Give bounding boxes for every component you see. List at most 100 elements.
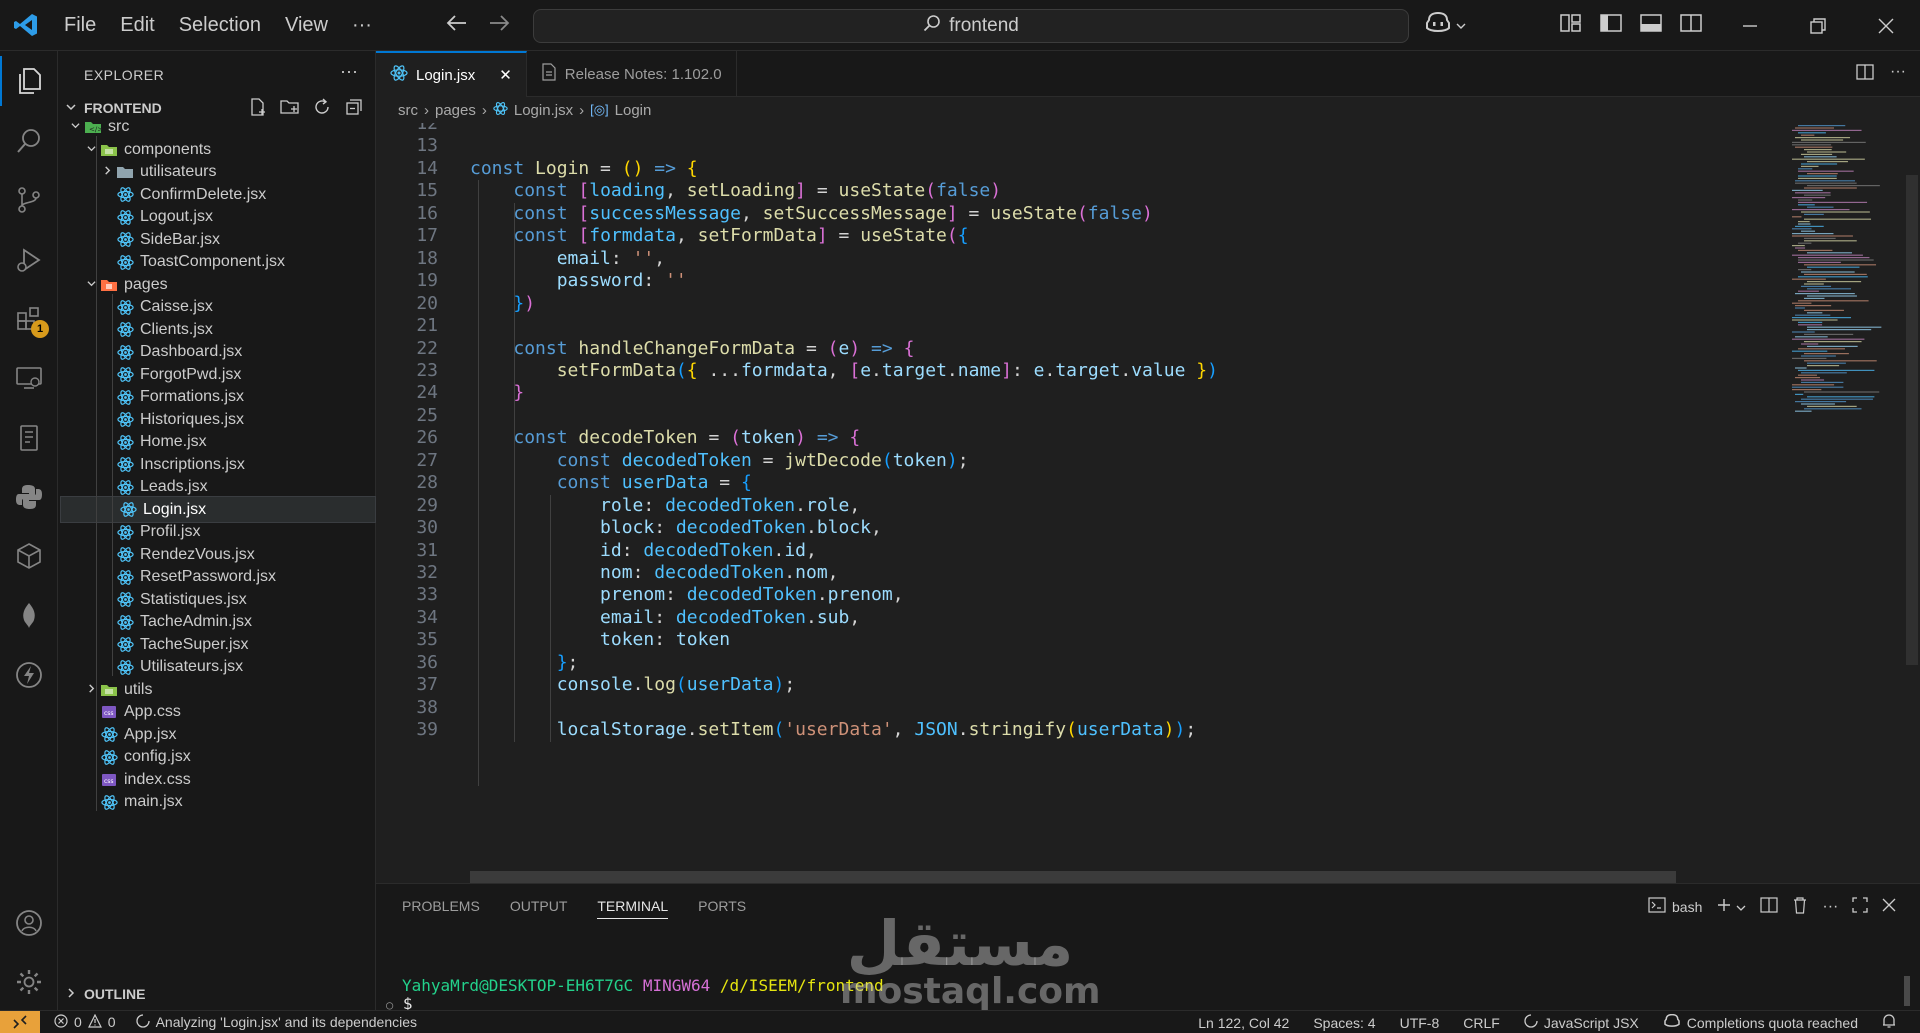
horizontal-scrollbar[interactable]: [470, 871, 1676, 883]
tree-item-label: ToastComponent.jsx: [140, 253, 285, 270]
chevron-down-icon[interactable]: [1736, 899, 1746, 915]
indent-guide: [96, 136, 97, 811]
minimize-icon[interactable]: [1716, 24, 1784, 28]
terminal-scrollbar[interactable]: [1904, 976, 1910, 1006]
cursor-position[interactable]: Ln 122, Col 42: [1198, 1015, 1289, 1031]
panel-more-icon[interactable]: ···: [1822, 898, 1838, 916]
copilot-button[interactable]: [1424, 0, 1466, 51]
minimap-line: [1792, 245, 1805, 247]
tree-item-label: TacheSuper.jsx: [140, 635, 249, 653]
split-editor-icon[interactable]: [1856, 63, 1874, 86]
tab-terminal[interactable]: TERMINAL: [597, 898, 669, 919]
tab-problems[interactable]: PROBLEMS: [402, 898, 480, 919]
loading-spinner-icon: [1524, 1014, 1538, 1031]
maximize-panel-icon[interactable]: [1852, 897, 1868, 916]
code-token: ,: [665, 180, 687, 202]
source-control-icon[interactable]: [0, 175, 58, 225]
menu-view[interactable]: View: [273, 0, 340, 51]
line-ending[interactable]: CRLF: [1463, 1015, 1500, 1031]
trash-icon[interactable]: [1792, 896, 1808, 917]
minimap[interactable]: [1790, 123, 1908, 423]
close-panel-icon[interactable]: [1882, 898, 1896, 915]
mongodb-icon[interactable]: [0, 591, 58, 641]
minimap-line: [1798, 221, 1810, 223]
run-debug-icon[interactable]: [0, 235, 58, 285]
search-sidebar-icon[interactable]: [0, 116, 58, 166]
remote-indicator[interactable]: [0, 1010, 40, 1033]
code-token: console: [556, 674, 633, 696]
encoding[interactable]: UTF-8: [1400, 1015, 1440, 1031]
customize-layout-icon[interactable]: [1560, 13, 1582, 38]
tab-output[interactable]: OUTPUT: [510, 898, 568, 919]
breadcrumb-pages[interactable]: pages: [435, 102, 476, 119]
breadcrumb-src[interactable]: src: [398, 102, 418, 119]
code-token: setLoading: [686, 180, 796, 202]
tree-item-label: Utilisateurs.jsx: [140, 658, 244, 675]
close-tab-icon[interactable]: ✕: [499, 66, 512, 84]
folder-icon: [114, 163, 136, 181]
code-token: userData: [1076, 719, 1164, 741]
breadcrumb-file[interactable]: Login.jsx: [514, 102, 573, 119]
vertical-scrollbar[interactable]: [1906, 175, 1918, 665]
error-count[interactable]: 0: [74, 1014, 82, 1030]
terminal-shell-name[interactable]: bash: [1672, 899, 1702, 915]
tree-file[interactable]: main.jsx: [58, 789, 376, 816]
line-number: 19: [416, 270, 438, 292]
minimap-line: [1792, 158, 1865, 160]
code-editor[interactable]: 12 13 14 const Login = () => {15 const [loa…: [376, 123, 1920, 883]
code-token: ]: [795, 180, 806, 202]
split-terminal-icon[interactable]: [1760, 897, 1778, 916]
menu-edit[interactable]: Edit: [108, 0, 166, 51]
new-terminal-icon[interactable]: [1716, 897, 1732, 916]
language-mode[interactable]: JavaScript JSX: [1524, 1014, 1639, 1031]
notifications-bell-icon[interactable]: [1882, 1013, 1896, 1032]
testing-icon[interactable]: [0, 413, 58, 463]
editor-more-icon[interactable]: ···: [1890, 63, 1906, 86]
toggle-primary-sidebar-icon[interactable]: [1600, 13, 1622, 38]
explorer-icon[interactable]: [0, 56, 58, 106]
extensions-icon[interactable]: 1: [0, 294, 58, 344]
code-line: 32 nom: decodedToken.nom,: [376, 562, 1776, 584]
code-token: ,: [675, 225, 698, 247]
minimap-line: [1807, 365, 1840, 367]
file-icon: [541, 63, 557, 85]
code-token: [: [849, 359, 861, 381]
copilot-status[interactable]: Completions quota reached: [1663, 1013, 1858, 1031]
minimap-line: [1807, 326, 1882, 328]
line-number: 36: [416, 651, 438, 673]
tab-release-notes[interactable]: Release Notes: 1.102.0: [527, 51, 737, 97]
minimap-line: [1795, 127, 1835, 129]
accounts-icon[interactable]: [0, 898, 58, 948]
restore-icon[interactable]: [1784, 17, 1852, 34]
manage-gear-icon[interactable]: [0, 957, 58, 1007]
menu-more[interactable]: ···: [340, 0, 384, 51]
back-arrow-icon[interactable]: [446, 13, 468, 38]
code-token: role: [600, 494, 644, 516]
toggle-secondary-sidebar-icon[interactable]: [1680, 13, 1702, 38]
menu-selection[interactable]: Selection: [167, 0, 273, 51]
thunder-client-icon[interactable]: [0, 650, 58, 700]
code-token: :: [632, 562, 655, 583]
forward-arrow-icon[interactable]: [488, 13, 510, 38]
command-center-search[interactable]: frontend: [533, 9, 1409, 43]
warning-count[interactable]: 0: [108, 1014, 116, 1030]
containers-icon[interactable]: [0, 531, 58, 581]
minimap-line: [1795, 146, 1833, 148]
tab-ports[interactable]: PORTS: [698, 898, 746, 919]
outline-section-header[interactable]: OUTLINE: [58, 981, 376, 1007]
code-token: decodedToken: [686, 584, 817, 606]
toggle-panel-icon[interactable]: [1640, 13, 1662, 38]
indentation[interactable]: Spaces: 4: [1313, 1015, 1375, 1031]
tab-login-jsx[interactable]: Login.jsx ✕: [376, 51, 527, 97]
python-icon[interactable]: [0, 472, 58, 522]
line-number: 14: [416, 157, 438, 179]
minimap-line: [1807, 312, 1823, 314]
breadcrumb-symbol[interactable]: Login: [615, 102, 652, 119]
explorer-more-button[interactable]: ···: [340, 61, 358, 82]
close-window-icon[interactable]: [1852, 18, 1920, 34]
remote-explorer-icon[interactable]: [0, 353, 58, 403]
menu-file[interactable]: File: [52, 0, 108, 51]
